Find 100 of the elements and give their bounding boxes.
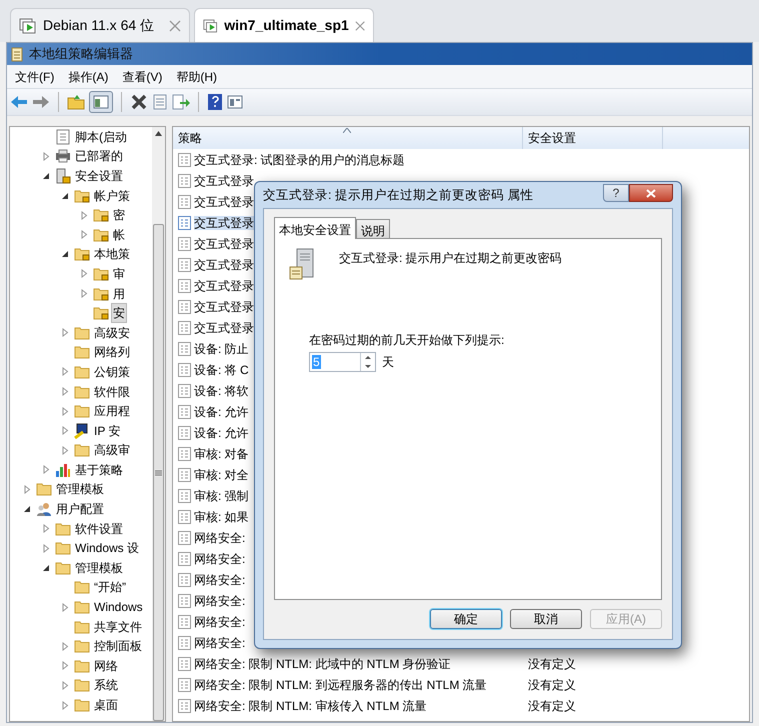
tree-item[interactable]: 审 — [111, 264, 127, 284]
menu-item[interactable]: 操作(A) — [68, 68, 108, 86]
tree-item[interactable]: 帐 — [111, 224, 127, 245]
dialog-tab[interactable]: 说明 — [356, 219, 390, 238]
tree-item[interactable]: 基于策略 — [73, 460, 125, 480]
view-icon[interactable] — [227, 95, 243, 109]
tree-item[interactable]: 共享文件 — [92, 616, 144, 637]
scroll-up-icon[interactable] — [155, 131, 162, 136]
expand-icon[interactable] — [42, 152, 50, 161]
back-arrow-icon[interactable] — [10, 95, 28, 109]
policy-name[interactable]: 交互式登录 — [194, 258, 254, 272]
policy-name[interactable]: 交互式登录 — [194, 174, 254, 188]
expand-icon[interactable] — [61, 700, 69, 710]
policy-name[interactable]: 网络安全: — [194, 594, 246, 608]
policy-name[interactable]: 交互式登录: 试图登录的用户的消息标题 — [194, 152, 405, 166]
tree-item[interactable]: Windows 设 — [73, 538, 142, 558]
policy-name[interactable]: 网络安全: — [194, 636, 246, 650]
tree-item[interactable]: 帐户策 — [92, 186, 132, 206]
tree-item[interactable]: 公钥策 — [92, 362, 132, 382]
expand-icon[interactable] — [61, 642, 69, 651]
dialog-tab[interactable]: 本地安全设置 — [274, 217, 356, 239]
collapse-icon[interactable] — [23, 505, 31, 514]
delete-icon[interactable] — [130, 93, 148, 111]
tree-item[interactable]: 软件设置 — [73, 518, 125, 539]
policy-name[interactable]: 网络安全: — [194, 572, 246, 586]
column-header[interactable]: 策略 — [173, 127, 523, 149]
expand-icon[interactable] — [80, 289, 88, 298]
tree-item[interactable]: 系统 — [92, 675, 120, 696]
expand-icon[interactable] — [61, 406, 69, 416]
collapse-icon[interactable] — [61, 250, 69, 258]
expand-icon[interactable] — [42, 524, 50, 534]
policy-name[interactable]: 设备: 允许 — [194, 426, 249, 440]
tree-item[interactable]: 用 — [111, 284, 127, 304]
tree-item[interactable]: “开始” — [92, 577, 128, 598]
close-icon[interactable] — [354, 20, 365, 32]
expand-icon[interactable] — [61, 387, 69, 396]
policy-name[interactable]: 交互式登录 — [194, 300, 254, 314]
menu-item[interactable]: 查看(V) — [122, 68, 162, 86]
policy-name[interactable]: 交互式登录 — [194, 278, 254, 292]
vm-tab[interactable]: win7_ultimate_sp1 — [194, 8, 374, 42]
policy-name[interactable]: 设备: 将 C — [194, 362, 249, 376]
expand-icon[interactable] — [61, 367, 69, 376]
collapse-icon[interactable] — [61, 192, 69, 200]
menu-item[interactable]: 文件(F) — [15, 68, 54, 86]
expand-icon[interactable] — [61, 661, 69, 670]
policy-name[interactable]: 设备: 将软 — [194, 384, 249, 398]
policy-name[interactable]: 设备: 允许 — [194, 404, 249, 418]
tree-item[interactable]: 高级安 — [92, 322, 132, 343]
expand-icon[interactable] — [42, 465, 50, 474]
expand-icon[interactable] — [80, 230, 88, 240]
expand-icon[interactable] — [61, 446, 69, 455]
tree-item[interactable]: 软件限 — [92, 382, 132, 402]
column-header[interactable]: 安全设置 — [523, 127, 663, 149]
tree-item[interactable]: 已部署的 — [73, 146, 125, 166]
policy-name[interactable]: 审核: 如果 — [194, 510, 249, 524]
vm-tab[interactable]: Debian 11.x 64 位 — [10, 8, 190, 42]
collapse-icon[interactable] — [42, 172, 50, 180]
policy-name[interactable]: 网络安全: 限制 NTLM: 此域中的 NTLM 身份验证 — [194, 656, 451, 670]
policy-name[interactable]: 交互式登录 — [194, 216, 254, 230]
tree-item[interactable]: 管理模板 — [54, 479, 106, 500]
policy-name[interactable]: 网络安全: 限制 NTLM: 审核传入 NTLM 流量 — [194, 698, 427, 712]
tree-item[interactable]: 管理模板 — [73, 558, 125, 578]
policy-name[interactable]: 网络安全: — [194, 552, 246, 566]
expand-icon[interactable] — [42, 544, 50, 553]
policy-name[interactable]: 网络安全: — [194, 530, 246, 544]
menu-item[interactable]: 帮助(H) — [176, 68, 217, 86]
expand-icon[interactable] — [23, 484, 31, 494]
policy-name[interactable]: 交互式登录 — [194, 236, 254, 250]
tree-item[interactable]: 用户配置 — [54, 499, 106, 520]
policy-name[interactable]: 交互式登录 — [194, 194, 254, 208]
policy-name[interactable]: 网络安全: — [194, 614, 246, 628]
tree-item[interactable]: Windows — [92, 597, 145, 618]
expand-icon[interactable] — [80, 210, 88, 220]
tree-item[interactable]: 控制面板 — [92, 636, 144, 656]
dialog-button[interactable]: 取消 — [510, 609, 582, 629]
expand-icon[interactable] — [61, 602, 69, 612]
tree-item[interactable]: 高级审 — [92, 440, 132, 460]
scrollbar-thumb[interactable] — [153, 224, 164, 721]
tree-item[interactable]: 密 — [111, 205, 127, 226]
expand-icon[interactable] — [61, 328, 69, 338]
collapse-icon[interactable] — [42, 564, 50, 572]
dialog-button[interactable]: 确定 — [430, 609, 502, 629]
policy-name[interactable]: 审核: 对备 — [194, 446, 249, 460]
close-icon[interactable] — [169, 20, 181, 32]
expand-icon[interactable] — [80, 269, 88, 278]
policy-name[interactable]: 设备: 防止 — [194, 342, 249, 356]
folder-up-icon[interactable] — [67, 94, 85, 110]
help-button[interactable]: ? — [603, 184, 629, 202]
policy-name[interactable]: 交互式登录 — [194, 320, 254, 334]
help-icon[interactable] — [207, 93, 223, 111]
properties-icon[interactable] — [152, 94, 168, 110]
tree-item[interactable]: 本地策 — [92, 244, 132, 264]
expand-icon[interactable] — [61, 426, 69, 436]
forward-arrow-icon[interactable] — [32, 95, 50, 109]
tree-item[interactable]: 安 — [111, 303, 127, 324]
tree-item[interactable]: 桌面 — [92, 695, 120, 716]
tree-item[interactable]: 网络列 — [92, 342, 132, 362]
close-button[interactable] — [629, 184, 673, 202]
export-icon[interactable] — [172, 94, 190, 110]
tree-item[interactable]: 脚本(启动 — [73, 127, 129, 147]
